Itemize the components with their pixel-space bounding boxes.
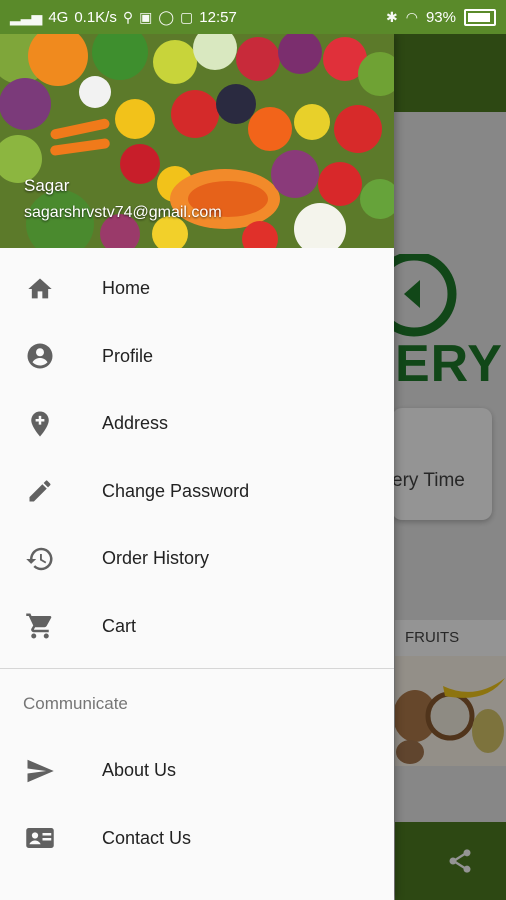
signal-icon: ▂▃▅: [10, 8, 43, 25]
menu-label: Address: [102, 413, 169, 434]
network-speed: 0.1K/s: [74, 8, 117, 26]
user-email: sagarshrvstv74@gmail.com: [24, 204, 222, 221]
menu-item-home[interactable]: Home: [0, 255, 394, 323]
menu-item-address[interactable]: Address: [0, 390, 394, 458]
menu-label: Profile: [102, 345, 154, 366]
account-circle-icon: [23, 339, 57, 373]
contact-card-icon: [23, 821, 57, 855]
menu-label: Order History: [102, 548, 210, 569]
whatsapp-icon: ◯: [158, 8, 175, 25]
menu-label: Home: [102, 278, 151, 299]
menu-item-order-history[interactable]: Order History: [0, 525, 394, 593]
cart-icon: [23, 609, 57, 643]
battery-icon: [464, 8, 496, 26]
network-type: 4G: [48, 8, 69, 26]
add-location-icon: [23, 407, 57, 441]
navigation-drawer: Sagar sagarshrvstv74@gmail.com Home Prof…: [0, 34, 394, 900]
menu-item-cart[interactable]: Cart: [0, 593, 394, 661]
status-bar: ▂▃▅ 4G 0.1K/s ⚲ ▣ ◯ ▢ 12:57 ✱ ◠ 93%: [0, 0, 506, 34]
pencil-icon: [23, 474, 57, 508]
drawer-header: Sagar sagarshrvstv74@gmail.com: [0, 34, 394, 248]
battery-percent: 93%: [425, 8, 456, 26]
home-icon: [23, 272, 57, 306]
notification-icon: ▢: [180, 8, 194, 25]
section-title-communicate: Communicate: [23, 694, 128, 713]
menu-label: About Us: [102, 760, 177, 781]
wifi-icon: ◠: [405, 8, 418, 25]
clock: 12:57: [199, 8, 237, 26]
menu-item-contact-us[interactable]: Contact Us: [0, 805, 394, 873]
menu-label: Cart: [102, 615, 137, 636]
menu-label: Change Password: [102, 480, 250, 501]
usb-icon: ⚲: [122, 8, 134, 25]
menu-item-change-password[interactable]: Change Password: [0, 458, 394, 526]
main-menu: Home Profile Address Change Password Ord…: [0, 255, 394, 660]
communicate-menu: About Us Contact Us: [0, 737, 394, 872]
send-icon: [23, 754, 57, 788]
menu-label: Contact Us: [102, 827, 192, 848]
image-icon: ▣: [139, 8, 153, 25]
menu-item-about-us[interactable]: About Us: [0, 737, 394, 805]
history-icon: [23, 542, 57, 576]
bluetooth-icon: ✱: [386, 8, 398, 25]
menu-item-profile[interactable]: Profile: [0, 323, 394, 391]
user-name: Sagar: [24, 176, 70, 195]
